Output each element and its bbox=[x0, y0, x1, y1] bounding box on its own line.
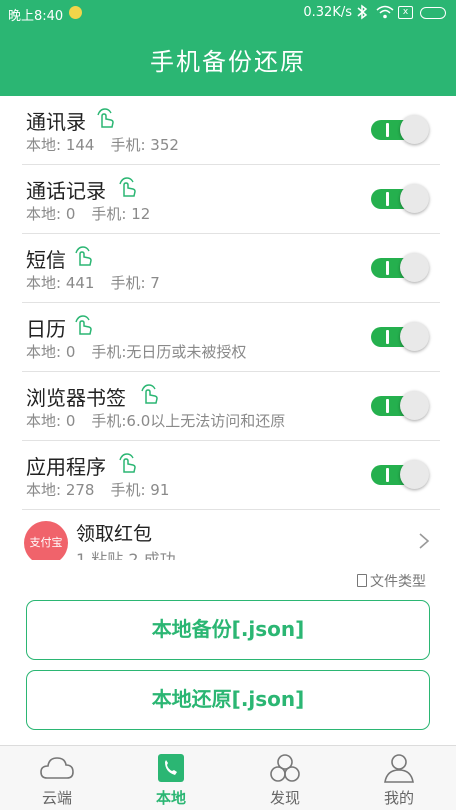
wifi-icon bbox=[376, 5, 394, 19]
document-icon bbox=[357, 574, 367, 587]
status-time: 晚上8:40 bbox=[8, 9, 64, 24]
list-item: 日历 本地: 0 手机:无日历或未被授权 bbox=[0, 303, 456, 372]
toggle-knob bbox=[400, 322, 429, 351]
toggle-switch[interactable] bbox=[371, 115, 429, 145]
item-name: 通讯录 bbox=[26, 110, 86, 134]
phone-count: 手机: 12 bbox=[91, 205, 151, 223]
item-name: 应用程序 bbox=[26, 455, 106, 479]
phone-count: 手机: 7 bbox=[110, 274, 160, 292]
toggle-knob bbox=[400, 184, 429, 213]
item-name: 通话记录 bbox=[26, 179, 106, 203]
battery-icon bbox=[420, 7, 446, 19]
toggle-switch[interactable] bbox=[371, 460, 429, 490]
file-type-label: 文件类型 bbox=[370, 574, 426, 590]
person-icon bbox=[384, 754, 414, 783]
tab-local[interactable]: 本地 bbox=[114, 746, 228, 810]
promo-banner[interactable]: 支付宝 领取红包 1.粘贴 2.成功 bbox=[0, 510, 456, 560]
bottom-tab-bar: 云端 本地 发现 我的 bbox=[0, 745, 456, 810]
tab-mine[interactable]: 我的 bbox=[342, 746, 456, 810]
phone-icon bbox=[158, 754, 184, 782]
item-counts: 本地: 441 手机: 7 bbox=[26, 272, 160, 293]
item-counts: 本地: 0 手机:无日历或未被授权 bbox=[26, 341, 246, 362]
tap-hand-icon bbox=[119, 177, 136, 197]
page-title: 手机备份还原 bbox=[150, 48, 306, 76]
chevron-right-icon bbox=[419, 533, 430, 549]
local-count: 本地: 441 bbox=[26, 274, 95, 292]
item-counts: 本地: 0 手机: 12 bbox=[26, 203, 150, 224]
phone-count: 手机: 91 bbox=[110, 481, 170, 499]
local-count: 本地: 0 bbox=[26, 412, 76, 430]
tab-cloud[interactable]: 云端 bbox=[0, 746, 114, 810]
local-count: 本地: 278 bbox=[26, 481, 95, 499]
list-item: 浏览器书签 本地: 0 手机:6.0以上无法访问和还原 bbox=[0, 372, 456, 441]
tab-label: 本地 bbox=[155, 789, 186, 807]
toggle-switch[interactable] bbox=[371, 391, 429, 421]
sim-icon: x bbox=[398, 6, 413, 19]
alipay-logo: 支付宝 bbox=[24, 521, 68, 560]
local-restore-button[interactable]: 本地还原[.json] bbox=[26, 670, 430, 730]
status-bar: 晚上8:40 0.32K/s x bbox=[0, 0, 456, 26]
discover-icon bbox=[270, 754, 300, 782]
list-item: 短信 本地: 441 手机: 7 bbox=[0, 234, 456, 303]
item-name: 短信 bbox=[26, 248, 66, 272]
tap-hand-icon bbox=[75, 315, 92, 335]
tab-label: 我的 bbox=[383, 789, 414, 807]
item-name: 浏览器书签 bbox=[26, 386, 126, 410]
item-counts: 本地: 144 手机: 352 bbox=[26, 134, 179, 155]
toggle-knob bbox=[400, 391, 429, 420]
promo-title: 领取红包 bbox=[76, 523, 153, 545]
toggle-switch[interactable] bbox=[371, 253, 429, 283]
list-item: 应用程序 本地: 278 手机: 91 bbox=[0, 441, 456, 510]
phone-count: 手机:无日历或未被授权 bbox=[91, 343, 247, 361]
promo-subtitle: 1.粘贴 2.成功 bbox=[76, 550, 176, 560]
toggle-switch[interactable] bbox=[371, 322, 429, 352]
local-count: 本地: 144 bbox=[26, 136, 95, 154]
item-name: 日历 bbox=[26, 317, 66, 341]
bluetooth-icon bbox=[357, 4, 368, 20]
list-item: 通讯录 本地: 144 手机: 352 bbox=[0, 96, 456, 165]
tap-hand-icon bbox=[141, 384, 158, 404]
cloud-icon bbox=[40, 757, 74, 779]
toggle-switch[interactable] bbox=[371, 184, 429, 214]
toggle-knob bbox=[400, 253, 429, 282]
network-speed: 0.32K/s bbox=[303, 5, 352, 20]
tab-label: 云端 bbox=[41, 789, 72, 807]
phone-count: 手机: 352 bbox=[110, 136, 179, 154]
tap-hand-icon bbox=[119, 453, 136, 473]
phone-count: 手机:6.0以上无法访问和还原 bbox=[91, 412, 286, 430]
notification-icon bbox=[69, 6, 82, 19]
tap-hand-icon bbox=[97, 108, 114, 128]
app-header: 晚上8:40 0.32K/s x 手机备份还原 bbox=[0, 0, 456, 96]
local-count: 本地: 0 bbox=[26, 343, 76, 361]
item-counts: 本地: 0 手机:6.0以上无法访问和还原 bbox=[26, 410, 285, 431]
tap-hand-icon bbox=[75, 246, 92, 266]
item-counts: 本地: 278 手机: 91 bbox=[26, 479, 169, 500]
tab-label: 发现 bbox=[269, 789, 300, 807]
file-type-link[interactable]: 文件类型 bbox=[357, 571, 426, 591]
local-count: 本地: 0 bbox=[26, 205, 76, 223]
toggle-knob bbox=[400, 460, 429, 489]
local-backup-button[interactable]: 本地备份[.json] bbox=[26, 600, 430, 660]
list-item: 通话记录 本地: 0 手机: 12 bbox=[0, 165, 456, 234]
toggle-knob bbox=[400, 115, 429, 144]
tab-discover[interactable]: 发现 bbox=[228, 746, 342, 810]
